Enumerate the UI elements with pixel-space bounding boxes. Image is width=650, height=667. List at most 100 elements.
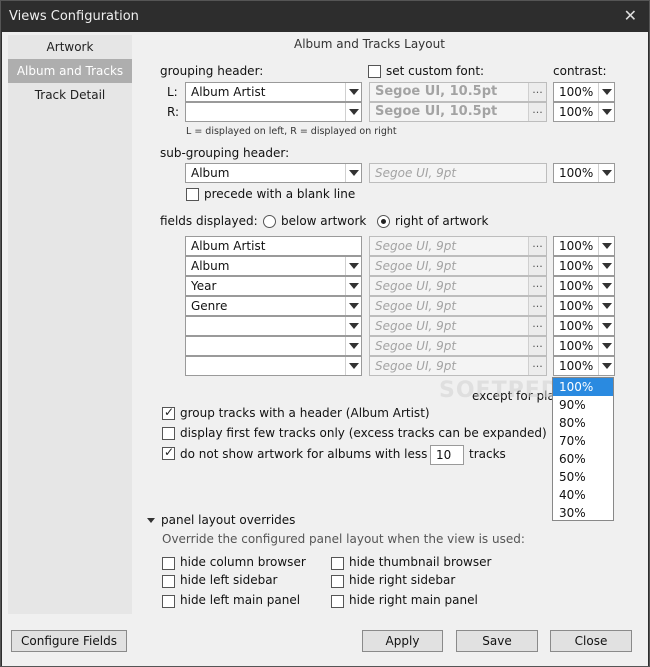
sub-grouping-font[interactable]: Segoe UI, 9pt: [369, 163, 547, 183]
first-few-tracks-checkbox[interactable]: [162, 427, 175, 440]
sub-grouping-contrast[interactable]: 100%: [553, 163, 615, 183]
panel-layout-overrides-title: panel layout overrides: [161, 513, 296, 527]
hide-left-sidebar-checkbox[interactable]: [162, 575, 175, 588]
field-contrast[interactable]: 100%: [553, 236, 615, 256]
hide-right-main-panel-label: hide right main panel: [349, 593, 478, 607]
font-picker-button[interactable]: ...: [528, 257, 546, 275]
no-artwork-count-input[interactable]: 10: [430, 445, 464, 465]
field-font[interactable]: Segoe UI, 9pt...: [369, 316, 547, 336]
grouping-right-font[interactable]: Segoe UI, 10.5pt...: [369, 102, 547, 122]
hide-thumbnail-browser-label: hide thumbnail browser: [349, 555, 492, 569]
tracks-suffix-label: tracks: [469, 447, 506, 461]
hide-left-main-panel-label: hide left main panel: [180, 593, 301, 607]
sub-grouping-select[interactable]: Album: [185, 163, 362, 183]
hide-right-main-panel-checkbox[interactable]: [331, 595, 344, 608]
sidebar-item-album-and-tracks[interactable]: Album and Tracks: [8, 59, 132, 83]
field-font[interactable]: Segoe UI, 9pt...: [369, 276, 547, 296]
field-contrast[interactable]: 100%: [553, 336, 615, 356]
contrast-dropdown-list[interactable]: 100% 90% 80% 70% 60% 50% 40% 30%: [552, 377, 614, 521]
field-contrast[interactable]: 100%: [553, 276, 615, 296]
font-picker-button[interactable]: ...: [528, 317, 546, 335]
configure-fields-button[interactable]: Configure Fields: [11, 630, 127, 652]
close-icon[interactable]: ✕: [624, 6, 637, 25]
field-select[interactable]: [185, 316, 362, 336]
font-picker-button[interactable]: ...: [528, 103, 546, 121]
field-value: Album: [191, 259, 230, 273]
below-artwork-label: below artwork: [281, 214, 367, 228]
field-font-value: Segoe UI, 9pt: [375, 339, 457, 353]
contrast-option[interactable]: 30%: [553, 504, 613, 522]
field-contrast-value: 100%: [559, 239, 594, 253]
first-few-tracks-label: display first few tracks only (excess tr…: [180, 426, 547, 440]
grouping-right-contrast-value: 100%: [559, 105, 594, 119]
sub-grouping-contrast-value: 100%: [559, 166, 594, 180]
contrast-option[interactable]: 90%: [553, 396, 613, 414]
group-tracks-checkbox[interactable]: [162, 405, 175, 420]
field-select[interactable]: Album: [185, 256, 362, 276]
field-select[interactable]: Year: [185, 276, 362, 296]
chevron-down-icon: [598, 164, 614, 182]
field-contrast[interactable]: 100%: [553, 296, 615, 316]
field-contrast[interactable]: 100%: [553, 316, 615, 336]
field-font[interactable]: Segoe UI, 9pt...: [369, 356, 547, 376]
grouping-left-contrast[interactable]: 100%: [553, 82, 615, 102]
contrast-option[interactable]: 100%: [553, 378, 613, 396]
field-font-value: Segoe UI, 9pt: [375, 279, 457, 293]
grouping-right-contrast[interactable]: 100%: [553, 102, 615, 122]
contrast-option[interactable]: 60%: [553, 450, 613, 468]
field-font-value: Segoe UI, 9pt: [375, 319, 457, 333]
font-picker-button[interactable]: ...: [528, 277, 546, 295]
right-of-artwork-radio[interactable]: [377, 215, 390, 228]
font-picker-button[interactable]: ...: [528, 297, 546, 315]
font-picker-button[interactable]: ...: [528, 83, 546, 101]
field-select[interactable]: [185, 356, 362, 376]
grouping-right-font-value: Segoe UI, 10.5pt: [375, 104, 498, 119]
grouping-left-contrast-value: 100%: [559, 85, 594, 99]
sidebar-item-track-detail[interactable]: Track Detail: [8, 83, 132, 107]
grouping-left-font[interactable]: Segoe UI, 10.5pt...: [369, 82, 547, 102]
close-button[interactable]: Close: [550, 630, 632, 652]
chevron-down-icon: [598, 103, 614, 121]
field-font[interactable]: Segoe UI, 9pt...: [369, 296, 547, 316]
no-artwork-checkbox[interactable]: [162, 445, 175, 460]
precede-blank-line-checkbox[interactable]: [186, 188, 199, 201]
field-contrast[interactable]: 100%: [553, 256, 615, 276]
hide-left-main-panel-checkbox[interactable]: [162, 595, 175, 608]
chevron-down-icon: [345, 337, 361, 355]
set-custom-font-label: set custom font:: [386, 64, 485, 78]
sidebar-item-artwork[interactable]: Artwork: [8, 35, 132, 59]
contrast-option[interactable]: 80%: [553, 414, 613, 432]
save-button[interactable]: Save: [456, 630, 538, 652]
field-select[interactable]: Genre: [185, 296, 362, 316]
contrast-option[interactable]: 40%: [553, 486, 613, 504]
font-picker-button[interactable]: ...: [528, 357, 546, 375]
right-of-artwork-label: right of artwork: [395, 214, 489, 228]
set-custom-font-checkbox[interactable]: [368, 65, 381, 78]
chevron-down-icon: [345, 164, 361, 182]
hide-right-sidebar-checkbox[interactable]: [331, 575, 344, 588]
field-select[interactable]: [185, 336, 362, 356]
font-picker-button[interactable]: ...: [528, 237, 546, 255]
hide-column-browser-checkbox[interactable]: [162, 557, 175, 570]
apply-button[interactable]: Apply: [362, 630, 443, 652]
chevron-down-icon: [598, 257, 614, 275]
grouping-right-select[interactable]: [185, 102, 362, 122]
hide-thumbnail-browser-checkbox[interactable]: [331, 557, 344, 570]
contrast-option[interactable]: 70%: [553, 432, 613, 450]
left-prefix: L:: [167, 85, 178, 99]
field-font[interactable]: Segoe UI, 9pt...: [369, 336, 547, 356]
window-title: Views Configuration: [9, 9, 139, 24]
field-value: Year: [191, 279, 217, 293]
grouping-left-font-value: Segoe UI, 10.5pt: [375, 84, 498, 99]
hide-right-sidebar-label: hide right sidebar: [349, 573, 456, 587]
contrast-option[interactable]: 50%: [553, 468, 613, 486]
grouping-left-select[interactable]: Album Artist: [185, 82, 362, 102]
field-font[interactable]: Segoe UI, 9pt...: [369, 256, 547, 276]
below-artwork-radio[interactable]: [263, 215, 276, 228]
expand-caret-icon[interactable]: [147, 518, 155, 523]
field-select[interactable]: Album Artist: [185, 236, 362, 256]
field-contrast[interactable]: 100%: [553, 356, 615, 376]
field-contrast-value: 100%: [559, 259, 594, 273]
field-font[interactable]: Segoe UI, 9pt...: [369, 236, 547, 256]
font-picker-button[interactable]: ...: [528, 337, 546, 355]
